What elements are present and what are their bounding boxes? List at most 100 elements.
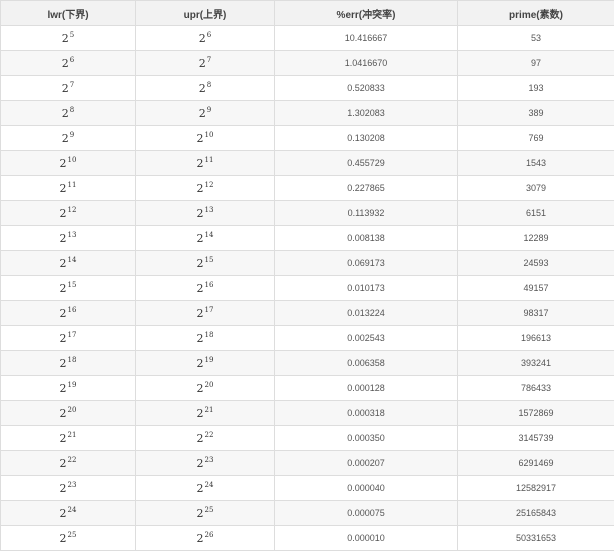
cell-err: 10.416667 (274, 25, 458, 51)
cell-lwr: 214 (0, 250, 136, 276)
cell-lwr: 28 (0, 100, 136, 126)
power-base: 2 (59, 482, 67, 495)
power-base: 2 (59, 157, 67, 170)
cell-lwr-power: 216 (59, 306, 77, 320)
cell-upr: 210 (135, 125, 275, 151)
cell-upr: 226 (135, 525, 275, 551)
cell-lwr: 223 (0, 475, 136, 501)
cell-upr: 213 (135, 200, 275, 226)
power-exponent: 13 (204, 206, 214, 214)
cell-err: 0.069173 (274, 250, 458, 276)
cell-err: 0.000075 (274, 500, 458, 526)
cell-upr-power: 226 (196, 531, 214, 545)
cell-lwr: 26 (0, 50, 136, 76)
cell-prime: 49157 (457, 275, 614, 301)
power-base: 2 (196, 532, 204, 545)
cell-upr-power: 223 (197, 456, 214, 470)
power-exponent: 10 (204, 131, 214, 139)
power-exponent: 21 (204, 406, 214, 414)
table-row: 26 27 1.0416670 97 (0, 50, 614, 76)
power-exponent: 20 (204, 381, 214, 389)
cell-prime: 1572869 (457, 400, 614, 426)
power-base: 2 (196, 382, 204, 395)
power-exponent: 7 (206, 56, 212, 64)
cell-lwr-power: 224 (60, 506, 77, 520)
table-row: 220 221 0.000318 1572869 (0, 400, 614, 426)
power-base: 2 (59, 532, 67, 545)
cell-prime: 97 (457, 50, 614, 76)
cell-prime: 6151 (457, 200, 614, 226)
table-row: 28 29 1.302083 389 (0, 100, 614, 126)
cell-prime: 786433 (457, 375, 614, 401)
cell-lwr-power: 27 (62, 81, 75, 95)
power-base: 2 (196, 432, 204, 445)
cell-upr-power: 219 (197, 356, 214, 370)
cell-upr-power: 29 (199, 106, 211, 120)
power-base: 2 (59, 207, 67, 220)
power-base: 2 (198, 82, 206, 95)
power-exponent: 16 (67, 306, 77, 314)
power-exponent: 7 (69, 81, 75, 89)
cell-upr-power: 210 (197, 131, 214, 145)
power-base: 2 (59, 307, 67, 320)
cell-lwr: 216 (0, 300, 136, 326)
cell-prime: 25165843 (457, 500, 614, 526)
power-base: 2 (59, 357, 67, 370)
power-base: 2 (196, 282, 204, 295)
cell-lwr: 220 (0, 400, 136, 426)
table-row: 224 225 0.000075 25165843 (0, 500, 614, 526)
power-exponent: 12 (67, 206, 77, 214)
table-header-row: lwr(下界) upr(上界) %err(冲突率) prime(素数) (0, 0, 614, 26)
table-row: 221 222 0.000350 3145739 (0, 425, 614, 451)
power-base: 2 (198, 32, 206, 45)
cell-lwr-power: 221 (60, 431, 77, 445)
power-base: 2 (61, 32, 69, 45)
power-base: 2 (59, 382, 67, 395)
cell-lwr-power: 220 (60, 406, 77, 420)
cell-upr: 224 (135, 475, 275, 501)
cell-upr-power: 218 (196, 331, 214, 345)
cell-lwr: 225 (0, 525, 136, 551)
cell-err: 0.000128 (274, 375, 458, 401)
power-exponent: 8 (206, 81, 212, 89)
cell-upr: 219 (135, 350, 275, 376)
cell-upr: 221 (135, 400, 275, 426)
power-exponent: 19 (67, 381, 77, 389)
cell-upr-power: 28 (198, 81, 212, 95)
cell-err: 0.002543 (274, 325, 458, 351)
table-row: 210 211 0.455729 1543 (0, 150, 614, 176)
cell-lwr: 215 (0, 275, 136, 301)
cell-lwr-power: 211 (60, 181, 77, 195)
cell-err: 0.000040 (274, 475, 458, 501)
cell-prime: 196613 (457, 325, 614, 351)
cell-lwr: 218 (0, 350, 136, 376)
cell-lwr: 210 (0, 150, 136, 176)
power-base: 2 (59, 282, 67, 295)
power-exponent: 22 (67, 456, 77, 464)
cell-err: 1.0416670 (274, 50, 458, 76)
power-base: 2 (61, 132, 69, 145)
cell-upr: 28 (135, 75, 275, 101)
power-exponent: 11 (67, 181, 77, 189)
power-base: 2 (196, 332, 204, 345)
power-exponent: 24 (204, 481, 214, 489)
table-row: 25 26 10.416667 53 (0, 25, 614, 51)
power-base: 2 (61, 107, 69, 120)
cell-upr-power: 26 (198, 31, 211, 45)
power-base: 2 (196, 507, 204, 520)
power-exponent: 23 (204, 456, 214, 464)
cell-prime: 3079 (457, 175, 614, 201)
power-base: 2 (196, 157, 204, 170)
table-row: 225 226 0.000010 50331653 (0, 525, 614, 551)
cell-upr: 27 (135, 50, 275, 76)
cell-err: 0.520833 (274, 75, 458, 101)
table-row: 217 218 0.002543 196613 (0, 325, 614, 351)
cell-upr-power: 220 (196, 381, 214, 395)
cell-lwr: 222 (0, 450, 136, 476)
header-err: %err(冲突率) (274, 0, 458, 26)
cell-prime: 98317 (457, 300, 614, 326)
cell-lwr: 213 (0, 225, 136, 251)
power-exponent: 6 (69, 56, 75, 64)
power-base: 2 (198, 57, 206, 70)
cell-lwr: 211 (0, 175, 136, 201)
